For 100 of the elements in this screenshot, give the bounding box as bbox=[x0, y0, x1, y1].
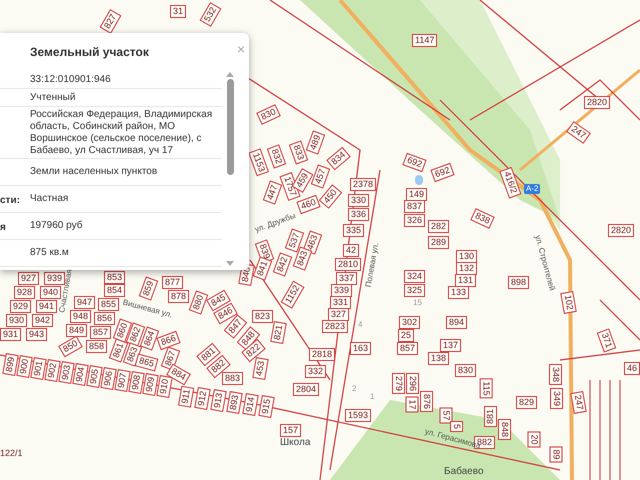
parcel-number: 138 bbox=[428, 352, 450, 365]
parcel-number: 31 bbox=[170, 5, 186, 18]
parcel-number: 247 bbox=[566, 121, 591, 144]
parcel-number: 829 bbox=[516, 396, 538, 409]
parcel-number: 856 bbox=[94, 312, 116, 325]
parcel-number: 865 bbox=[134, 354, 158, 372]
scrollbar-thumb[interactable] bbox=[226, 79, 234, 175]
parcel-number: 929 bbox=[10, 300, 32, 313]
parcel-number: 900 bbox=[16, 355, 33, 378]
parcel-number: 25 bbox=[398, 329, 414, 342]
parcel-number: 821 bbox=[270, 321, 287, 344]
parcel-number: 928 bbox=[14, 286, 36, 299]
field-value: Российская Федерация, Владимирская область, Собинский район, МО Воршинское (сельское поселение), с Бабаево, ул Счастливая, уч 17 bbox=[30, 108, 214, 156]
parcel-number: 460 bbox=[296, 194, 321, 214]
parcel-number: 102 bbox=[560, 291, 577, 314]
parcel-number: 880 bbox=[188, 290, 208, 315]
parcel-number: 837 bbox=[404, 200, 426, 213]
parcel-number: 827 bbox=[100, 9, 122, 34]
parcel-number: 132 bbox=[456, 262, 478, 275]
parcel-number: 864 bbox=[140, 326, 160, 351]
close-button[interactable]: × bbox=[236, 43, 245, 55]
parcel-number: 489 bbox=[306, 130, 326, 155]
parcel-number: 327 bbox=[328, 308, 350, 321]
parcel-number: 5 bbox=[450, 421, 463, 432]
parcel-number: 848 bbox=[498, 418, 512, 440]
parcel-number: 336 bbox=[348, 208, 370, 221]
parcel-number: 830 bbox=[256, 104, 281, 125]
field-label: я bbox=[0, 222, 6, 233]
parcel-number: 838 bbox=[470, 208, 495, 229]
parcel-number: 1153 bbox=[248, 148, 270, 177]
parcel-number: 296 bbox=[406, 372, 420, 394]
parcel-number: 279 bbox=[392, 372, 406, 394]
parcel-number: 447 bbox=[262, 180, 282, 205]
parcel-number: 858 bbox=[86, 340, 108, 353]
parcel-number: 692 bbox=[402, 152, 427, 172]
parcel-number: 149 bbox=[406, 188, 428, 201]
parcel-number: 927 bbox=[18, 272, 40, 285]
scroll-up-icon bbox=[226, 71, 234, 77]
parcel-number: 893 bbox=[226, 391, 243, 414]
parcel-number: 532 bbox=[200, 2, 222, 27]
parcel-number: 335 bbox=[343, 224, 364, 237]
parcel-number: 855 bbox=[98, 298, 120, 311]
scrollbar[interactable] bbox=[225, 71, 235, 267]
parcel-number: 947 bbox=[74, 296, 96, 309]
parcel-number: 2804 bbox=[293, 383, 320, 396]
parcel-number: 857 bbox=[397, 342, 418, 355]
parcel-number: 2820 bbox=[584, 96, 610, 109]
parcel-number: 122/1 bbox=[0, 448, 23, 459]
field-value: 875 кв.м bbox=[30, 247, 69, 259]
field-value: Земли населенных пунктов bbox=[30, 166, 158, 178]
parcel-number: 57 bbox=[440, 408, 452, 424]
parcel-number: 453 bbox=[252, 357, 269, 380]
parcel-number: 332 bbox=[305, 365, 326, 378]
parcel-number: 348 bbox=[549, 364, 562, 386]
parcel-number: 859 bbox=[138, 276, 158, 301]
parcel-number: 163 bbox=[350, 342, 372, 355]
parcel-number: 940 bbox=[40, 286, 62, 299]
parcel-number: 89 bbox=[550, 446, 562, 462]
house-number: 1 bbox=[370, 392, 374, 402]
house-number: 2 bbox=[352, 384, 356, 394]
parcel-number: 46 bbox=[624, 362, 640, 375]
popup-title: Земельный участок bbox=[30, 44, 149, 61]
field-value: 197960 руб bbox=[30, 220, 82, 232]
field-value: Учтенный bbox=[30, 92, 76, 104]
parcel-number: 941 bbox=[36, 300, 58, 313]
parcel-number: 854 bbox=[104, 284, 126, 297]
field-value: Частная bbox=[30, 193, 68, 205]
parcel-number: 901 bbox=[30, 357, 47, 380]
parcel-number: 337 bbox=[336, 272, 358, 285]
place-name: Школа bbox=[280, 437, 310, 449]
parcel-number: 1593 bbox=[345, 409, 372, 422]
parcel-number: 913 bbox=[210, 389, 227, 412]
parcel-number: 157 bbox=[280, 424, 302, 437]
parcel-number: 853 bbox=[104, 271, 126, 284]
parcel-number: 830 bbox=[455, 364, 476, 377]
parcel-number: 877 bbox=[162, 276, 184, 289]
parcel-number: 906 bbox=[100, 367, 117, 390]
parcel-number: 849 bbox=[66, 324, 88, 337]
parcel-number: 903 bbox=[58, 361, 75, 384]
parcel-number: 289 bbox=[428, 236, 450, 249]
parcel-number: 324 bbox=[404, 270, 426, 283]
field-label: сти: bbox=[0, 195, 20, 206]
road-badge: А-2 bbox=[524, 184, 540, 194]
parcel-number: 1147 bbox=[412, 34, 438, 47]
parcel-number: 842 bbox=[272, 252, 292, 277]
parcel-number: 943 bbox=[26, 328, 48, 341]
parcel-number: 330 bbox=[348, 194, 370, 207]
parcel-number: 876 bbox=[420, 390, 434, 412]
parcel-number: 905 bbox=[86, 365, 103, 388]
parcel-number: 850 bbox=[58, 336, 83, 358]
parcel-number: 914 bbox=[242, 393, 259, 416]
parcel-number: 2810 bbox=[335, 258, 362, 271]
parcel-number: 866 bbox=[156, 330, 181, 350]
parcel-number: 942 bbox=[32, 314, 54, 327]
field-value: 33:12:010901:946 bbox=[30, 74, 111, 86]
parcel-number: 115 bbox=[480, 378, 493, 399]
parcel-number: 2823 bbox=[322, 320, 348, 333]
parcel-number: 2378 bbox=[350, 178, 376, 191]
parcel-number: 325 bbox=[404, 284, 426, 297]
parcel-number: 912 bbox=[194, 387, 211, 410]
